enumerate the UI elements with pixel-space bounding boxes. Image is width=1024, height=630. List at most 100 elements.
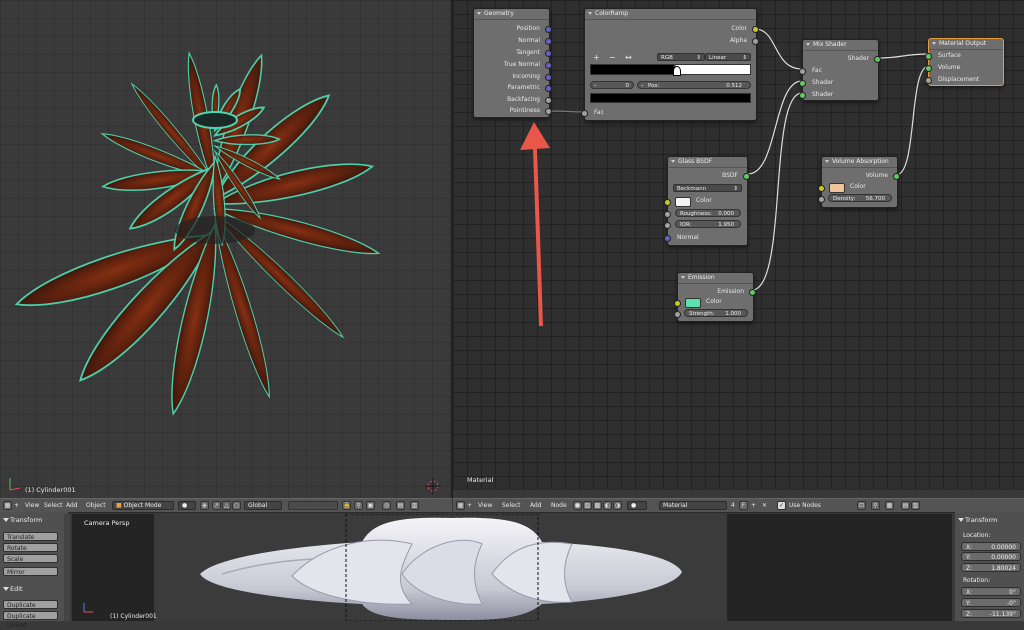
- socket-backfacing[interactable]: [545, 97, 552, 104]
- node-editor-scrollbar[interactable]: [453, 489, 1024, 490]
- geometry-node[interactable]: Geometry Position Normal Tangent True No…: [473, 8, 552, 118]
- location-z-field[interactable]: Z: 1.80024: [961, 563, 1021, 572]
- material-output-node[interactable]: Material Output Surface Volume Displacem…: [925, 38, 1004, 86]
- socket-parametric[interactable]: [545, 85, 552, 92]
- socket-true-normal[interactable]: [545, 62, 552, 69]
- mirror-button[interactable]: Mirror: [3, 567, 58, 576]
- colorramp-add-button[interactable]: +: [593, 53, 600, 62]
- menu-view[interactable]: View: [25, 501, 39, 510]
- socket-surface-in[interactable]: [925, 53, 932, 60]
- menu-add[interactable]: Add: [530, 501, 542, 510]
- 3d-cursor-icon[interactable]: [425, 478, 441, 494]
- node-editor[interactable]: Geometry Position Normal Tangent True No…: [453, 0, 1024, 490]
- shading-dropdown[interactable]: ●: [178, 501, 196, 510]
- snap-target-icon[interactable]: ▣: [366, 501, 375, 510]
- manipulator-icon[interactable]: ↗: [212, 501, 221, 510]
- mode-dropdown[interactable]: ■ Object Mode: [112, 501, 174, 510]
- duplicate-button[interactable]: Duplicate: [3, 600, 58, 609]
- header-collapse-icon[interactable]: +: [14, 501, 19, 510]
- socket-color-out[interactable]: [752, 26, 759, 33]
- socket-volume-in[interactable]: [925, 65, 932, 72]
- snap-icon[interactable]: ⚲: [871, 501, 880, 510]
- location-y-field[interactable]: Y: 0.00000: [961, 552, 1021, 561]
- socket-fac-in[interactable]: [581, 110, 588, 117]
- socket-position[interactable]: [545, 26, 552, 33]
- menu-select[interactable]: Select: [44, 501, 63, 510]
- texture-tree-icon[interactable]: ▧: [583, 501, 592, 510]
- colorramp-node[interactable]: ColorRamp Color Alpha + − ↔ RGB ⇕ Linear ⇕…: [581, 8, 759, 121]
- socket-color-in[interactable]: [818, 185, 825, 192]
- editor-type-icon[interactable]: ▦: [3, 501, 12, 510]
- socket-roughness-in[interactable]: [664, 211, 671, 218]
- emission-strength-field[interactable]: Strength: 1.000: [684, 309, 748, 317]
- render-icon[interactable]: ▤: [396, 501, 405, 510]
- colorramp-mode-dropdown[interactable]: RGB ⇕: [657, 53, 705, 61]
- socket-emission-out[interactable]: [749, 289, 756, 296]
- volume-absorption-node[interactable]: Volume Absorption Volume Color Density: 5…: [818, 156, 900, 208]
- glass-bsdf-node[interactable]: Glass BSDF BSDF Beckmann ⇕ Color Roughnes…: [664, 156, 750, 246]
- socket-shader-in-1[interactable]: [799, 80, 806, 87]
- orientation-dropdown[interactable]: Global: [244, 501, 282, 510]
- new-material-icon[interactable]: +: [751, 501, 756, 510]
- rotate-icon[interactable]: ○: [232, 501, 241, 510]
- material-browse-dropdown[interactable]: ●: [627, 501, 647, 510]
- use-nodes-checkbox[interactable]: ✓: [777, 501, 786, 510]
- camera-viewport[interactable]: [72, 514, 952, 621]
- socket-normal[interactable]: [545, 38, 552, 45]
- object-shader-icon[interactable]: ◐: [603, 501, 612, 510]
- colorramp-interp-dropdown[interactable]: Linear ⇕: [705, 53, 751, 61]
- socket-incoming[interactable]: [545, 74, 552, 81]
- pivot-icon[interactable]: ◈: [200, 501, 209, 510]
- translate-button[interactable]: Translate: [3, 532, 58, 541]
- socket-volume-out[interactable]: [893, 173, 900, 180]
- material-users-count[interactable]: 4: [731, 501, 735, 510]
- editor-type-icon[interactable]: ▦: [456, 501, 465, 510]
- rotate-button[interactable]: Rotate: [3, 543, 58, 552]
- npanel-transform-header[interactable]: Transform: [957, 515, 997, 525]
- colorramp-remove-button[interactable]: −: [609, 53, 616, 62]
- 3d-viewport[interactable]: (1) Cylinder001: [0, 0, 452, 498]
- scale-button[interactable]: Scale: [3, 554, 58, 563]
- colorramp-flip-button[interactable]: ↔: [625, 53, 632, 62]
- paste-nodes-icon[interactable]: ▥: [911, 501, 920, 510]
- world-shader-icon[interactable]: ◑: [613, 501, 622, 510]
- socket-color-in[interactable]: [664, 199, 671, 206]
- colorramp-pos-field[interactable]: ‹ Pos: 0.512: [637, 81, 751, 89]
- transform-panel-header[interactable]: Transform: [2, 515, 42, 525]
- colorramp-stop-color-swatch[interactable]: [590, 93, 751, 103]
- opengl-render-icon[interactable]: ▥: [410, 501, 419, 510]
- snap-icon[interactable]: ⚲: [354, 501, 363, 510]
- colorramp-stop-handle[interactable]: [673, 66, 681, 76]
- glass-ior-field[interactable]: IOR: 1.950: [675, 220, 741, 228]
- socket-normal-in[interactable]: [664, 235, 671, 242]
- socket-bsdf-out[interactable]: [743, 173, 750, 180]
- compositing-tree-icon[interactable]: ▩: [593, 501, 602, 510]
- translate-icon[interactable]: △: [222, 501, 231, 510]
- emission-node[interactable]: Emission Emission Color Strength: 1.000: [674, 272, 756, 322]
- fake-user-button[interactable]: F: [739, 501, 748, 510]
- rotation-y-field[interactable]: Y: -0°: [961, 598, 1021, 607]
- layer-buttons[interactable]: [288, 501, 338, 510]
- socket-ior-in[interactable]: [664, 222, 671, 229]
- edit-panel-header[interactable]: Edit: [2, 584, 23, 594]
- location-x-field[interactable]: X: 0.00000: [961, 542, 1021, 551]
- shader-tree-icon[interactable]: ●: [573, 501, 582, 510]
- proportional-edit-icon[interactable]: ◎: [382, 501, 391, 510]
- duplicate-linked-button[interactable]: Duplicate Linked: [3, 611, 58, 629]
- volume-density-field[interactable]: Density: 56.700: [828, 194, 892, 202]
- socket-color-in[interactable]: [674, 300, 681, 307]
- menu-select[interactable]: Select: [502, 501, 521, 510]
- unlink-material-icon[interactable]: ✕: [762, 501, 767, 510]
- rotation-z-field[interactable]: Z: -11.139°: [961, 609, 1021, 618]
- colorramp-index-field[interactable]: ‹ 0: [590, 81, 634, 89]
- colorramp-gradient-bar[interactable]: [590, 64, 751, 76]
- glass-roughness-field[interactable]: Roughness: 0.000: [675, 209, 741, 217]
- menu-node[interactable]: Node: [551, 501, 567, 510]
- mix-shader-node[interactable]: Mix Shader Shader Fac Shader Shader: [799, 39, 881, 101]
- backdrop-icon[interactable]: ⊡: [857, 501, 866, 510]
- glass-distribution-dropdown[interactable]: Beckmann ⇕: [673, 184, 742, 192]
- area-divider[interactable]: [451, 0, 453, 498]
- layer-lock-icon[interactable]: 🔒: [342, 501, 351, 510]
- socket-pointiness[interactable]: [545, 108, 552, 115]
- menu-add[interactable]: Add: [66, 501, 78, 510]
